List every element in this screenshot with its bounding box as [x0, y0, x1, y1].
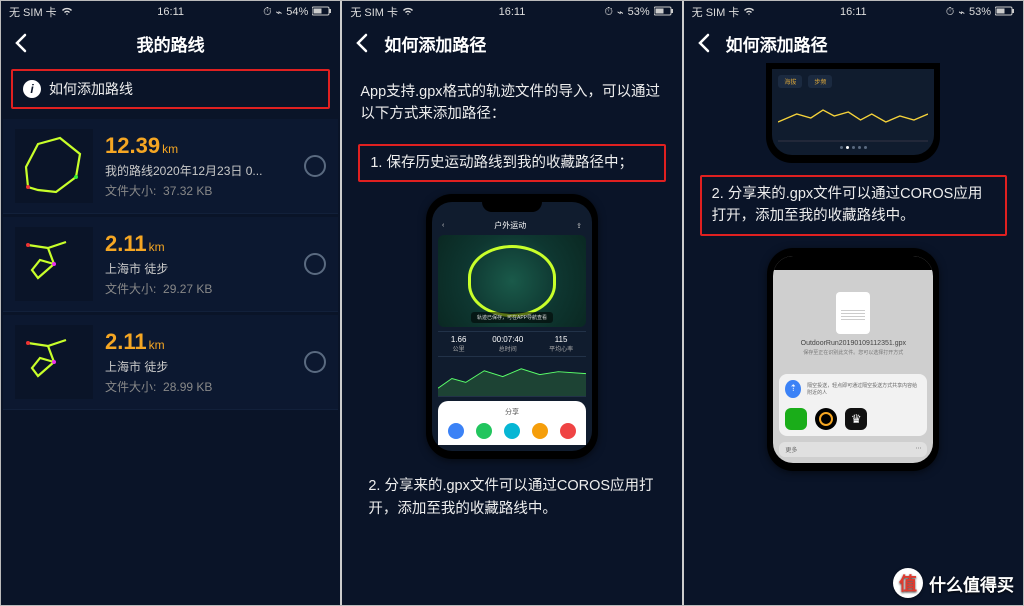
coros-app-icon: [815, 408, 837, 430]
carrier-label: 无 SIM 卡: [692, 4, 740, 20]
page-title: 我的路线: [137, 31, 205, 56]
smzdm-logo-icon: 值: [893, 568, 923, 598]
screen-3-how-to-add: 无 SIM 卡 16:11 ⏱ ⌁ 53% 如何添加路径 海拔 步频: [684, 1, 1023, 605]
battery-percent: 53%: [969, 6, 991, 18]
back-button[interactable]: [9, 31, 33, 55]
share-app-icon: [476, 423, 492, 439]
carrier-label: 无 SIM 卡: [9, 4, 57, 20]
info-icon: i: [23, 80, 41, 98]
bluetooth-icon: ⌁: [276, 6, 283, 19]
more-icon: ⋯: [915, 445, 921, 454]
alarm-icon: ⏱: [604, 6, 613, 19]
status-bar: 无 SIM 卡 16:11 ⏱ ⌁ 53%: [684, 1, 1023, 23]
status-bar: 无 SIM 卡 16:11 ⏱ ⌁ 54%: [1, 1, 340, 23]
route-distance: 2.11km: [105, 231, 292, 257]
route-card[interactable]: 2.11km 上海市 徒步 文件大小: 28.99 KB: [3, 315, 338, 410]
share-app-icon: [560, 423, 576, 439]
wifi-icon: [743, 6, 755, 19]
route-thumbnail: [15, 325, 93, 399]
gpx-file-name: OutdoorRun20190109112351.gpx: [783, 340, 923, 347]
gpx-file-hint: 保存至正在识别此文件。您可以选择打开方式: [783, 349, 923, 356]
screen-2-how-to-add: 无 SIM 卡 16:11 ⏱ ⌁ 53% 如何添加路径 App支持.gpx格式…: [342, 1, 681, 605]
wifi-icon: [402, 6, 414, 19]
battery-icon: [312, 6, 332, 19]
header: 我的路线: [1, 23, 340, 63]
route-distance: 2.11km: [105, 329, 292, 355]
clock: 16:11: [157, 6, 184, 18]
mockup-stats: 1.66公里 00:07:40总时间 115平均心率: [438, 331, 586, 357]
route-select-radio[interactable]: [304, 351, 326, 373]
chart-mockup: 海拔 步频: [766, 63, 940, 163]
share-app-icon: [532, 423, 548, 439]
airdrop-text: 隔空投送，轻点即可通过隔空投送方式共享内容给附近的人: [807, 382, 921, 396]
intro-text: App支持.gpx格式的轨迹文件的导入，可以通过以下方式来添加路径：: [342, 63, 681, 134]
activity-screenshot-mockup: ‹ 户外运动 ⇪ 轨迹已保存，可在APP导航查看 1.66公里 00:07:40…: [426, 194, 598, 459]
route-card[interactable]: 12.39km 我的路线2020年12月23日 0... 文件大小: 37.32…: [3, 119, 338, 214]
smzdm-text: 什么值得买: [929, 571, 1014, 596]
route-thumbnail: [15, 129, 93, 203]
step-2: 2. 分享来的.gpx文件可以通过COROS应用打开，添加至我的收藏路线中。: [700, 175, 1007, 236]
mockup-share-sheet: 分享: [438, 401, 586, 445]
page-title: 如何添加路径: [384, 31, 486, 56]
route-name: 上海市 徒步: [105, 260, 292, 277]
mockup-map: 轨迹已保存，可在APP导航查看: [438, 235, 586, 327]
clock: 16:11: [840, 6, 867, 18]
route-filesize: 文件大小: 29.27 KB: [105, 280, 292, 297]
battery-percent: 53%: [628, 6, 650, 18]
route-select-radio[interactable]: [304, 253, 326, 275]
airdrop-icon: ⇡: [785, 380, 801, 398]
back-button[interactable]: [350, 31, 374, 55]
wechat-app-icon: [785, 408, 807, 430]
route-filesize: 文件大小: 37.32 KB: [105, 182, 292, 199]
battery-icon: [995, 6, 1015, 19]
route-name: 我的路线2020年12月23日 0...: [105, 162, 292, 179]
battery-percent: 54%: [286, 6, 308, 18]
route-distance: 12.39km: [105, 133, 292, 159]
route-name: 上海市 徒步: [105, 358, 292, 375]
how-to-add-route-button[interactable]: i 如何添加路线: [11, 69, 330, 109]
bluetooth-icon: ⌁: [958, 6, 965, 19]
page-title: 如何添加路径: [726, 31, 828, 56]
header: 如何添加路径: [342, 23, 681, 63]
share-app-icon: [448, 423, 464, 439]
route-thumbnail: [15, 227, 93, 301]
back-button[interactable]: [692, 31, 716, 55]
elevation-chart: [778, 92, 928, 142]
wifi-icon: [61, 6, 73, 19]
mockup-chart: [438, 361, 586, 397]
bluetooth-icon: ⌁: [617, 6, 624, 19]
mockup-back-icon: ‹: [442, 222, 444, 229]
more-row: 更多⋯: [779, 442, 927, 457]
route-filesize: 文件大小: 28.99 KB: [105, 378, 292, 395]
how-to-label: 如何添加路线: [49, 79, 133, 99]
alarm-icon: ⏱: [263, 6, 272, 19]
battery-icon: [654, 6, 674, 19]
header: 如何添加路径: [684, 23, 1023, 63]
alarm-icon: ⏱: [946, 6, 955, 19]
route-card[interactable]: 2.11km 上海市 徒步 文件大小: 29.27 KB: [3, 217, 338, 312]
mockup-title: 户外运动: [494, 220, 526, 231]
chart-tab: 步频: [808, 75, 832, 88]
open-with-mockup: OutdoorRun20190109112351.gpx 保存至正在识别此文件。…: [767, 248, 939, 471]
mockup-tip: 轨迹已保存，可在APP导航查看: [471, 312, 553, 323]
share-app-icon: [504, 423, 520, 439]
mockup-share-icon: ⇪: [576, 222, 582, 230]
carrier-label: 无 SIM 卡: [350, 4, 398, 20]
step-1: 1. 保存历史运动路线到我的收藏路径中；: [358, 144, 665, 182]
chart-tab: 海拔: [778, 75, 802, 88]
qq-app-icon: ♛: [845, 408, 867, 430]
route-select-radio[interactable]: [304, 155, 326, 177]
step-2: 2. 分享来的.gpx文件可以通过COROS应用打开，添加至我的收藏路线中。: [358, 469, 665, 526]
gpx-file-icon: [836, 292, 870, 334]
status-bar: 无 SIM 卡 16:11 ⏱ ⌁ 53%: [342, 1, 681, 23]
smzdm-watermark: 值 什么值得买: [893, 568, 1014, 598]
screen-1-my-routes: 无 SIM 卡 16:11 ⏱ ⌁ 54% 我的路线 i: [1, 1, 340, 605]
clock: 16:11: [499, 6, 526, 18]
